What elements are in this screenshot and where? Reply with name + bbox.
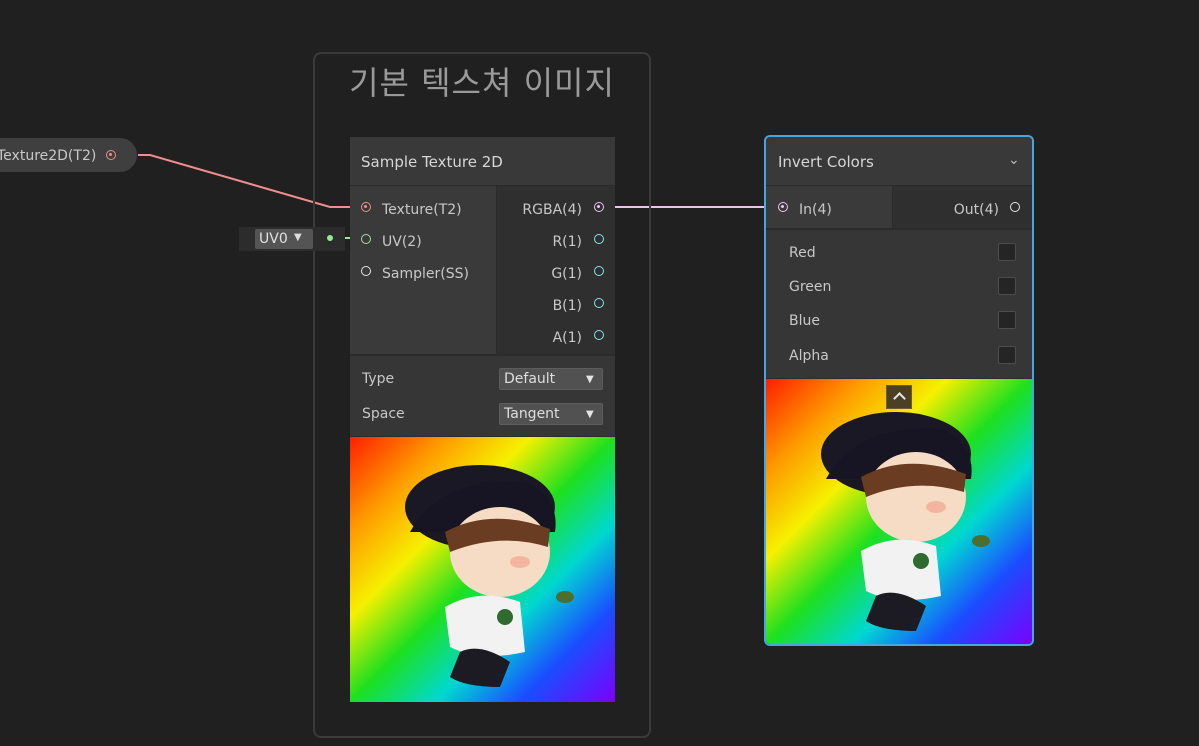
caret-down-icon: ▼ [586, 374, 594, 385]
invert-out-label: Out(4) [953, 202, 999, 218]
alpha-channel-checkbox[interactable] [998, 346, 1016, 364]
caret-down-icon: ▼ [586, 409, 594, 420]
invert-colors-preview [766, 379, 1032, 644]
sample-texture-preview [350, 437, 615, 702]
invert-in-port[interactable] [778, 202, 788, 212]
texture-input-port[interactable] [361, 202, 371, 212]
texture-property-label: Texture2D(T2) [0, 148, 97, 164]
blue-channel-label: Blue [789, 313, 820, 329]
invert-out-port[interactable] [1010, 202, 1020, 212]
green-channel-checkbox[interactable] [998, 277, 1016, 295]
texture-input-label: Texture(T2) [382, 202, 462, 218]
green-channel-label: Green [789, 279, 832, 295]
blue-channel-checkbox[interactable] [998, 311, 1016, 329]
caret-down-icon: ▼ [294, 232, 302, 243]
chevron-down-icon[interactable]: ⌄ [1008, 152, 1020, 168]
type-setting-label: Type [362, 371, 395, 387]
red-channel-label: Red [789, 245, 816, 261]
r-output-port[interactable] [594, 234, 604, 244]
type-dropdown-value: Default [504, 371, 556, 387]
a-output-port[interactable] [594, 330, 604, 340]
rgba-output-label: RGBA(4) [522, 202, 582, 218]
sample-texture-node-title: Sample Texture 2D [361, 153, 503, 171]
b-output-port[interactable] [594, 298, 604, 308]
sampler-input-label: Sampler(SS) [382, 266, 469, 282]
uv-input-port[interactable] [361, 234, 371, 244]
rgba-output-port[interactable] [594, 202, 604, 212]
invert-colors-node-title: Invert Colors [778, 153, 874, 171]
b-output-label: B(1) [552, 298, 582, 314]
sampler-input-port[interactable] [361, 266, 371, 276]
g-output-label: G(1) [551, 266, 582, 282]
r-output-label: R(1) [552, 234, 582, 250]
uv-input-label: UV(2) [382, 234, 422, 250]
uv-default-port-dot [327, 235, 333, 241]
alpha-channel-label: Alpha [789, 348, 829, 364]
chevron-up-icon[interactable] [886, 385, 912, 409]
g-output-port[interactable] [594, 266, 604, 276]
invert-in-label: In(4) [799, 202, 832, 218]
space-setting-label: Space [362, 406, 405, 422]
texture-property-output-port[interactable] [106, 150, 116, 160]
group-title[interactable]: 기본 텍스쳐 이미지 [313, 58, 651, 104]
space-dropdown-value: Tangent [504, 406, 560, 422]
uv-channel-value: UV0 [259, 231, 288, 247]
a-output-label: A(1) [552, 330, 582, 346]
red-channel-checkbox[interactable] [998, 243, 1016, 261]
